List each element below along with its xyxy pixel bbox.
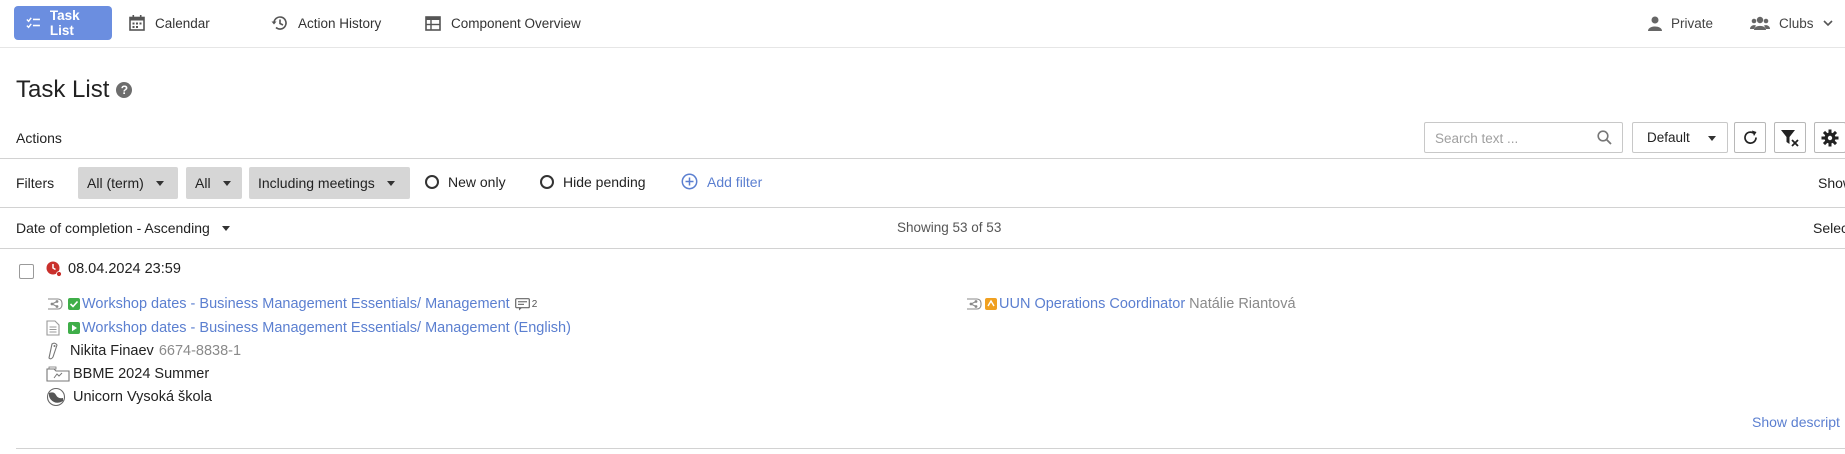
caret-down-icon [386, 180, 395, 186]
role-row: UUN Operations Coordinator Natálie Riant… [965, 296, 1296, 312]
workshop-en-row: Workshop dates - Business Management Ess… [46, 320, 571, 336]
plus-circle-icon [681, 173, 698, 190]
role-link[interactable]: UUN Operations Coordinator [999, 296, 1185, 312]
private-menu[interactable]: Private [1648, 6, 1713, 40]
gear-icon [1821, 129, 1839, 146]
status-filter-value: All [195, 175, 211, 191]
role-person: Natálie Riantová [1189, 296, 1296, 312]
clubs-menu[interactable]: Clubs [1750, 6, 1833, 40]
radio-circle [425, 175, 439, 189]
chevron-down-icon [1822, 20, 1833, 27]
tab-component-overview-label: Component Overview [451, 15, 581, 31]
table-icon [425, 15, 441, 31]
person-tag-icon [48, 342, 58, 360]
person-name: Nikita Finaev [70, 343, 154, 359]
meetings-filter-dropdown[interactable]: Including meetings [249, 167, 410, 199]
document-icon [46, 320, 60, 336]
top-navigation: Task List Calendar Action History Compon… [0, 0, 1845, 48]
search-icon[interactable] [1597, 130, 1612, 145]
tab-component-overview[interactable]: Component Overview [413, 6, 593, 40]
new-only-radio[interactable]: New only [425, 174, 506, 190]
results-count: Showing 53 of 53 [897, 220, 1002, 235]
new-only-label: New only [448, 174, 506, 190]
workshop-en-link[interactable]: Workshop dates - Business Management Ess… [82, 320, 571, 336]
private-label: Private [1671, 15, 1714, 31]
term-filter-value: All (term) [87, 175, 144, 191]
clubs-label: Clubs [1779, 15, 1814, 31]
help-icon[interactable]: ? [116, 82, 133, 98]
deadline-clock-icon [46, 261, 62, 277]
actions-label: Actions [16, 130, 62, 146]
sort-label: Date of completion - Ascending [16, 220, 210, 236]
hide-pending-radio[interactable]: Hide pending [540, 174, 646, 190]
refresh-icon [1743, 130, 1757, 144]
role-badge-icon [985, 298, 997, 310]
school-name: Unicorn Vysoká škola [73, 389, 212, 405]
filters-label: Filters [16, 175, 55, 191]
clear-filter-button[interactable] [1774, 122, 1806, 153]
settings-button[interactable] [1814, 122, 1845, 153]
calendar-icon [129, 15, 145, 31]
history-icon [271, 16, 287, 30]
course-folder-icon [46, 366, 70, 382]
group-icon [1750, 16, 1770, 30]
school-row: Unicorn Vysoká škola [46, 387, 212, 407]
page-title: Task List ? [16, 76, 133, 104]
school-globe-icon [46, 387, 66, 407]
workshop-row: Workshop dates - Business Management Ess… [46, 296, 537, 312]
workshop-link[interactable]: Workshop dates - Business Management Ess… [82, 296, 510, 312]
course-name: BBME 2024 Summer [73, 366, 210, 382]
refresh-button[interactable] [1734, 122, 1766, 153]
tab-task-list[interactable]: Task List [14, 6, 112, 40]
person-row: Nikita Finaev 6674-8838-1 [46, 342, 241, 360]
tab-calendar-label: Calendar [155, 15, 210, 31]
task-list-icon [26, 17, 40, 29]
add-filter-label: Add filter [707, 173, 763, 190]
task-checkbox[interactable] [19, 264, 34, 279]
check-square-icon [68, 298, 80, 310]
search-input[interactable] [1433, 124, 1597, 153]
select-option-truncated[interactable]: Selec [1813, 220, 1845, 236]
caret-down-icon [221, 225, 230, 231]
page-title-text: Task List [16, 76, 110, 103]
comment-count: 2 [531, 298, 538, 310]
view-select[interactable]: Default [1632, 122, 1728, 153]
radio-circle [540, 175, 554, 189]
share-icon [48, 298, 63, 310]
caret-down-icon [1708, 136, 1716, 141]
sort-bar: Date of completion - Ascending Showing 5… [0, 208, 1845, 249]
task-divider [16, 448, 1845, 449]
term-filter-dropdown[interactable]: All (term) [78, 167, 178, 199]
add-filter-button[interactable]: Add filter [681, 173, 762, 190]
share-icon [967, 298, 982, 310]
sort-dropdown[interactable]: Date of completion - Ascending [16, 220, 230, 236]
hide-pending-label: Hide pending [563, 174, 646, 190]
caret-down-icon [222, 180, 231, 186]
meetings-filter-value: Including meetings [258, 175, 375, 191]
view-select-value: Default [1647, 130, 1690, 145]
filters-bar: Filters All (term) All Including meeting… [0, 160, 1845, 208]
course-row: BBME 2024 Summer [46, 366, 209, 382]
person-id: 6674-8838-1 [158, 343, 242, 359]
show-description-link[interactable]: Show descript [1752, 414, 1840, 430]
search-box [1424, 122, 1623, 153]
tab-task-list-label: Task List [49, 8, 80, 38]
tab-calendar[interactable]: Calendar [117, 6, 222, 40]
deadline-text: 08.04.2024 23:59 [68, 261, 181, 277]
filter-clear-icon [1781, 129, 1799, 147]
show-option-truncated[interactable]: Show [1818, 175, 1845, 191]
play-square-icon [68, 322, 80, 334]
comment-icon[interactable] [514, 297, 530, 311]
tab-action-history-label: Action History [298, 15, 382, 31]
task-item: 08.04.2024 23:59 Workshop dates - Busine… [0, 250, 1845, 450]
deadline-row: 08.04.2024 23:59 [46, 261, 181, 277]
actions-bar: Actions Default [0, 121, 1845, 159]
tab-action-history[interactable]: Action History [259, 6, 393, 40]
user-icon [1648, 16, 1662, 31]
status-filter-dropdown[interactable]: All [186, 167, 242, 199]
caret-down-icon [155, 180, 164, 186]
